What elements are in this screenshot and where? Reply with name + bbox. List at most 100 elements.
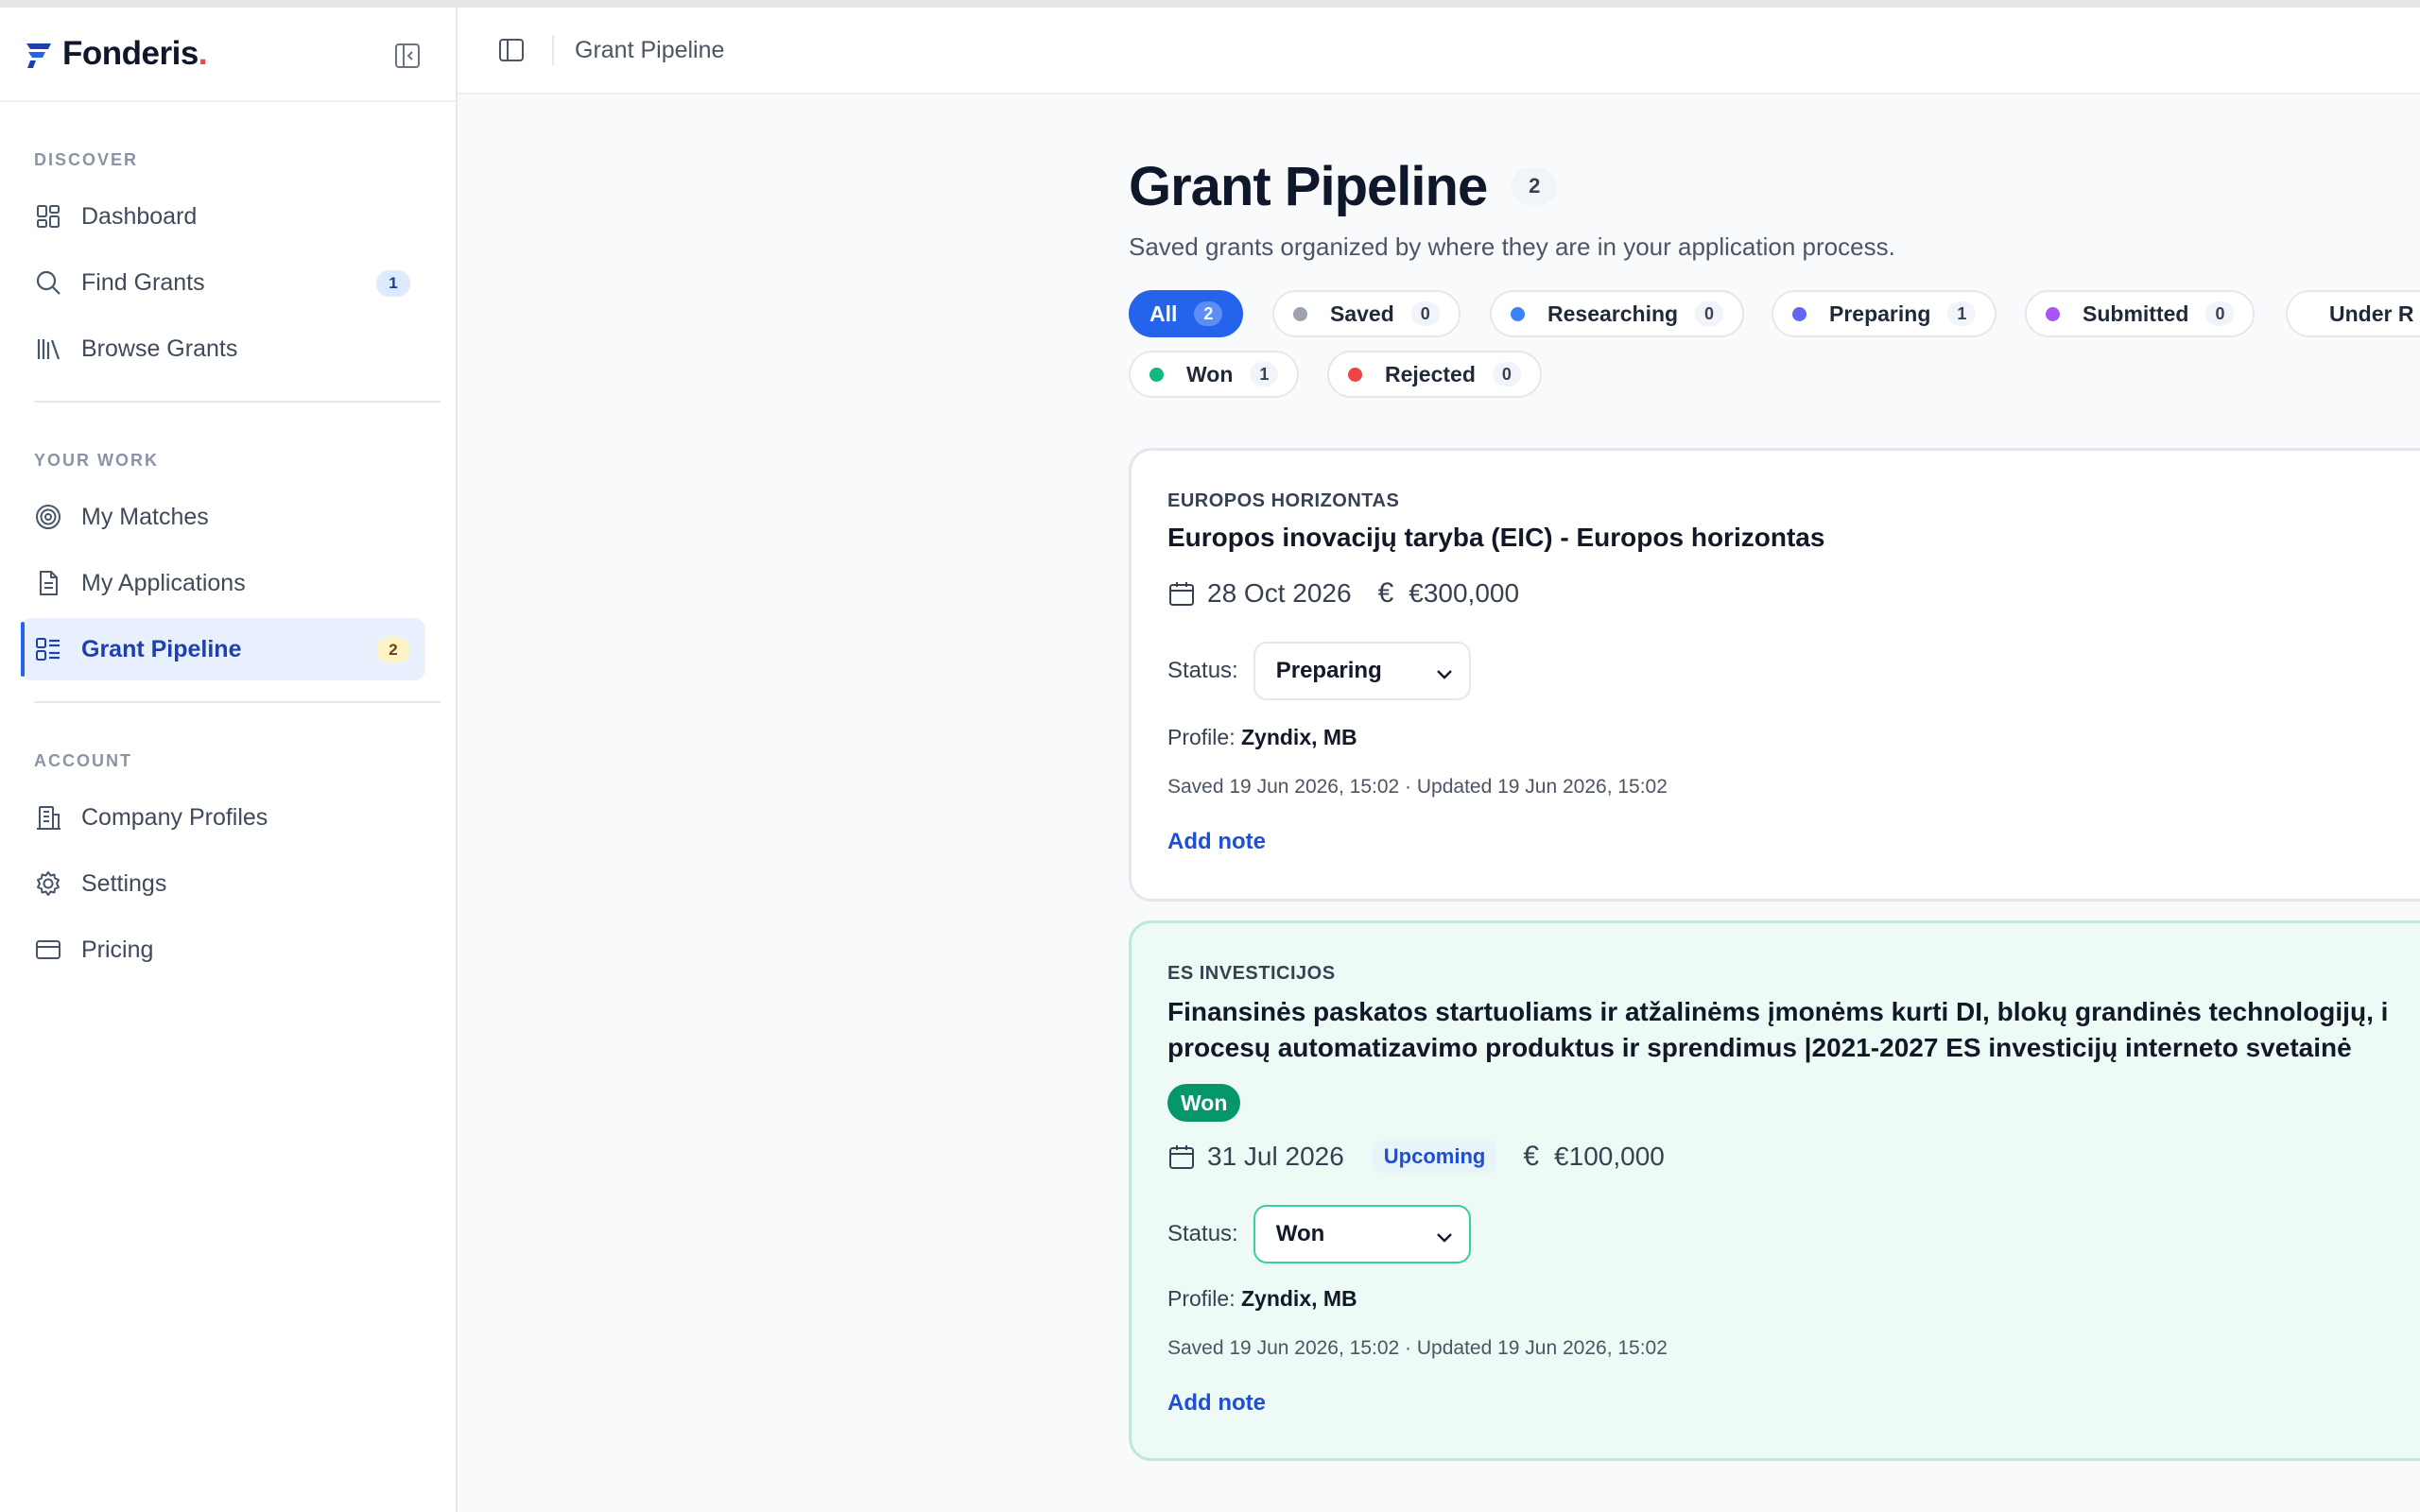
page-title: Grant Pipeline [1129, 155, 1488, 217]
status-select-value: Preparing [1275, 658, 1382, 683]
grant-amount: €100,000 [1554, 1142, 1665, 1171]
brand-name[interactable]: Fonderis [62, 35, 199, 73]
filter-chip-count: 1 [1947, 301, 1977, 326]
grant-profile: Profile: Zyndix, MB [1167, 1286, 1357, 1312]
library-icon [37, 339, 60, 360]
profile-label: Profile: [1167, 725, 1241, 749]
filter-chip-saved[interactable]: Saved 0 [1272, 290, 1461, 337]
filter-chip-all[interactable]: All 2 [1129, 290, 1244, 337]
calendar-icon [1169, 582, 1194, 606]
page-subtitle: Saved grants organized by where they are… [1129, 232, 1895, 261]
chevron-down-icon [1436, 670, 1452, 679]
grant-category: EUROPOS HORIZONTAS [1167, 490, 1400, 511]
sidebar-item-pricing[interactable]: Pricing [21, 919, 425, 981]
window-top-edge [0, 0, 2420, 8]
sidebar: Fonderis. DISCOVER Dashboard Find Grants… [0, 8, 458, 1512]
title-row: Grant Pipeline 2 [1129, 153, 2420, 219]
target-icon [36, 505, 60, 529]
profile-name: Zyndix, MB [1240, 1286, 1357, 1311]
profile-label: Profile: [1167, 1286, 1241, 1311]
filter-chip-submitted[interactable]: Submitted 0 [2025, 290, 2256, 337]
sidebar-item-label: My Matches [81, 503, 209, 530]
sidebar-item-my-applications[interactable]: My Applications [21, 552, 425, 614]
grant-profile: Profile: Zyndix, MB [1167, 725, 1357, 750]
filter-chip-researching[interactable]: Researching 0 [1490, 290, 1745, 337]
sidebar-item-grant-pipeline[interactable]: Grant Pipeline 2 [21, 618, 425, 680]
filter-chip-under-review[interactable]: Under R [2286, 290, 2420, 337]
sidebar-item-find-grants[interactable]: Find Grants 1 [21, 251, 425, 314]
top-bar: Grant Pipeline [458, 8, 2420, 94]
building-icon [37, 806, 60, 830]
filter-chip-count: 2 [1194, 301, 1223, 326]
gear-icon [37, 871, 60, 896]
filter-chip-label: Won [1186, 361, 1234, 387]
grant-meta: 31 Jul 2026 Upcoming € €100,000 [1167, 1141, 1665, 1173]
collapse-sidebar-icon[interactable] [393, 42, 422, 70]
filter-chip-label: Preparing [1829, 301, 1931, 326]
grant-card[interactable]: ES INVESTICIJOS Finansinės paskatos star… [1129, 920, 2420, 1461]
add-note-link[interactable]: Add note [1167, 829, 1266, 855]
sidebar-item-label: Pricing [81, 936, 154, 963]
grant-title-line-2[interactable]: procesų automatizavimo produktus ir spre… [1167, 1029, 2352, 1067]
section-label-discover: DISCOVER [34, 150, 139, 169]
sidebar-item-my-matches[interactable]: My Matches [21, 486, 425, 548]
section-label-your-work: YOUR WORK [34, 451, 159, 470]
upcoming-tag: Upcoming [1372, 1141, 1497, 1173]
filter-chip-preparing[interactable]: Preparing 1 [1772, 290, 1997, 337]
grant-deadline: 28 Oct 2026 [1207, 578, 1352, 608]
status-dot-icon [1792, 306, 1806, 321]
document-icon [40, 571, 58, 595]
euro-icon: € [1377, 577, 1394, 609]
sidebar-item-company-profiles[interactable]: Company Profiles [21, 786, 425, 849]
search-icon [36, 270, 60, 295]
chevron-down-icon [1436, 1233, 1452, 1243]
find-grants-count-badge: 1 [376, 270, 410, 297]
page-title-count-badge: 2 [1512, 167, 1558, 205]
filter-chip-count: 0 [2205, 301, 2235, 326]
credit-card-icon [36, 940, 60, 959]
sidebar-item-dashboard[interactable]: Dashboard [21, 185, 425, 248]
sidebar-item-browse-grants[interactable]: Browse Grants [21, 318, 425, 380]
grant-title-line-1[interactable]: Finansinės paskatos startuoliams ir atža… [1167, 993, 2388, 1031]
grant-meta: 28 Oct 2026 € €300,000 [1167, 577, 1519, 610]
status-select[interactable]: Won [1253, 1205, 1471, 1263]
grant-card[interactable]: EUROPOS HORIZONTAS Europos inovacijų tar… [1129, 448, 2420, 902]
profile-name: Zyndix, MB [1240, 725, 1357, 749]
brand-header: Fonderis. [0, 8, 456, 102]
sidebar-item-label: Grant Pipeline [81, 635, 242, 662]
main-content: Grant Pipeline 2 Saved grants organized … [1129, 94, 2420, 1461]
grant-title[interactable]: Europos inovacijų taryba (EIC) - Europos… [1167, 519, 1824, 557]
sidebar-item-settings[interactable]: Settings [21, 852, 425, 915]
filter-chip-label: Saved [1330, 301, 1394, 326]
filter-chip-count: 0 [1695, 301, 1724, 326]
filter-chip-won[interactable]: Won 1 [1129, 351, 1300, 398]
topbar-separator [552, 35, 554, 65]
euro-icon: € [1523, 1141, 1540, 1172]
status-dot-icon [2046, 306, 2060, 321]
add-note-link[interactable]: Add note [1167, 1390, 1266, 1417]
filter-chip-label: Submitted [2083, 301, 2189, 326]
filter-chip-label: Rejected [1385, 361, 1476, 387]
grant-timestamps: Saved 19 Jun 2026, 15:02 · Updated 19 Ju… [1167, 776, 1668, 798]
pipeline-icon [36, 638, 60, 661]
grant-amount: €300,000 [1409, 578, 1520, 608]
dashboard-icon [37, 205, 60, 228]
sidebar-item-label: Company Profiles [81, 803, 268, 831]
calendar-icon [1169, 1145, 1194, 1169]
sidebar-divider [34, 701, 441, 703]
status-dot-icon [1348, 367, 1362, 382]
status-dot-icon [1293, 306, 1307, 321]
grant-timestamps: Saved 19 Jun 2026, 15:02 · Updated 19 Ju… [1167, 1337, 1668, 1359]
filter-chip-rejected[interactable]: Rejected 0 [1327, 351, 1542, 398]
section-label-account: ACCOUNT [34, 751, 132, 770]
grant-deadline: 31 Jul 2026 [1207, 1142, 1344, 1171]
status-label: Status: [1167, 658, 1238, 683]
toggle-panel-icon[interactable] [497, 36, 526, 64]
status-label: Status: [1167, 1221, 1238, 1246]
grant-pipeline-count-badge: 2 [376, 637, 410, 663]
sidebar-divider [34, 401, 441, 403]
sidebar-item-label: Settings [81, 869, 167, 897]
status-select[interactable]: Preparing [1253, 642, 1471, 700]
filter-chip-label: All [1150, 301, 1178, 326]
fonderis-logo-icon [26, 43, 51, 68]
